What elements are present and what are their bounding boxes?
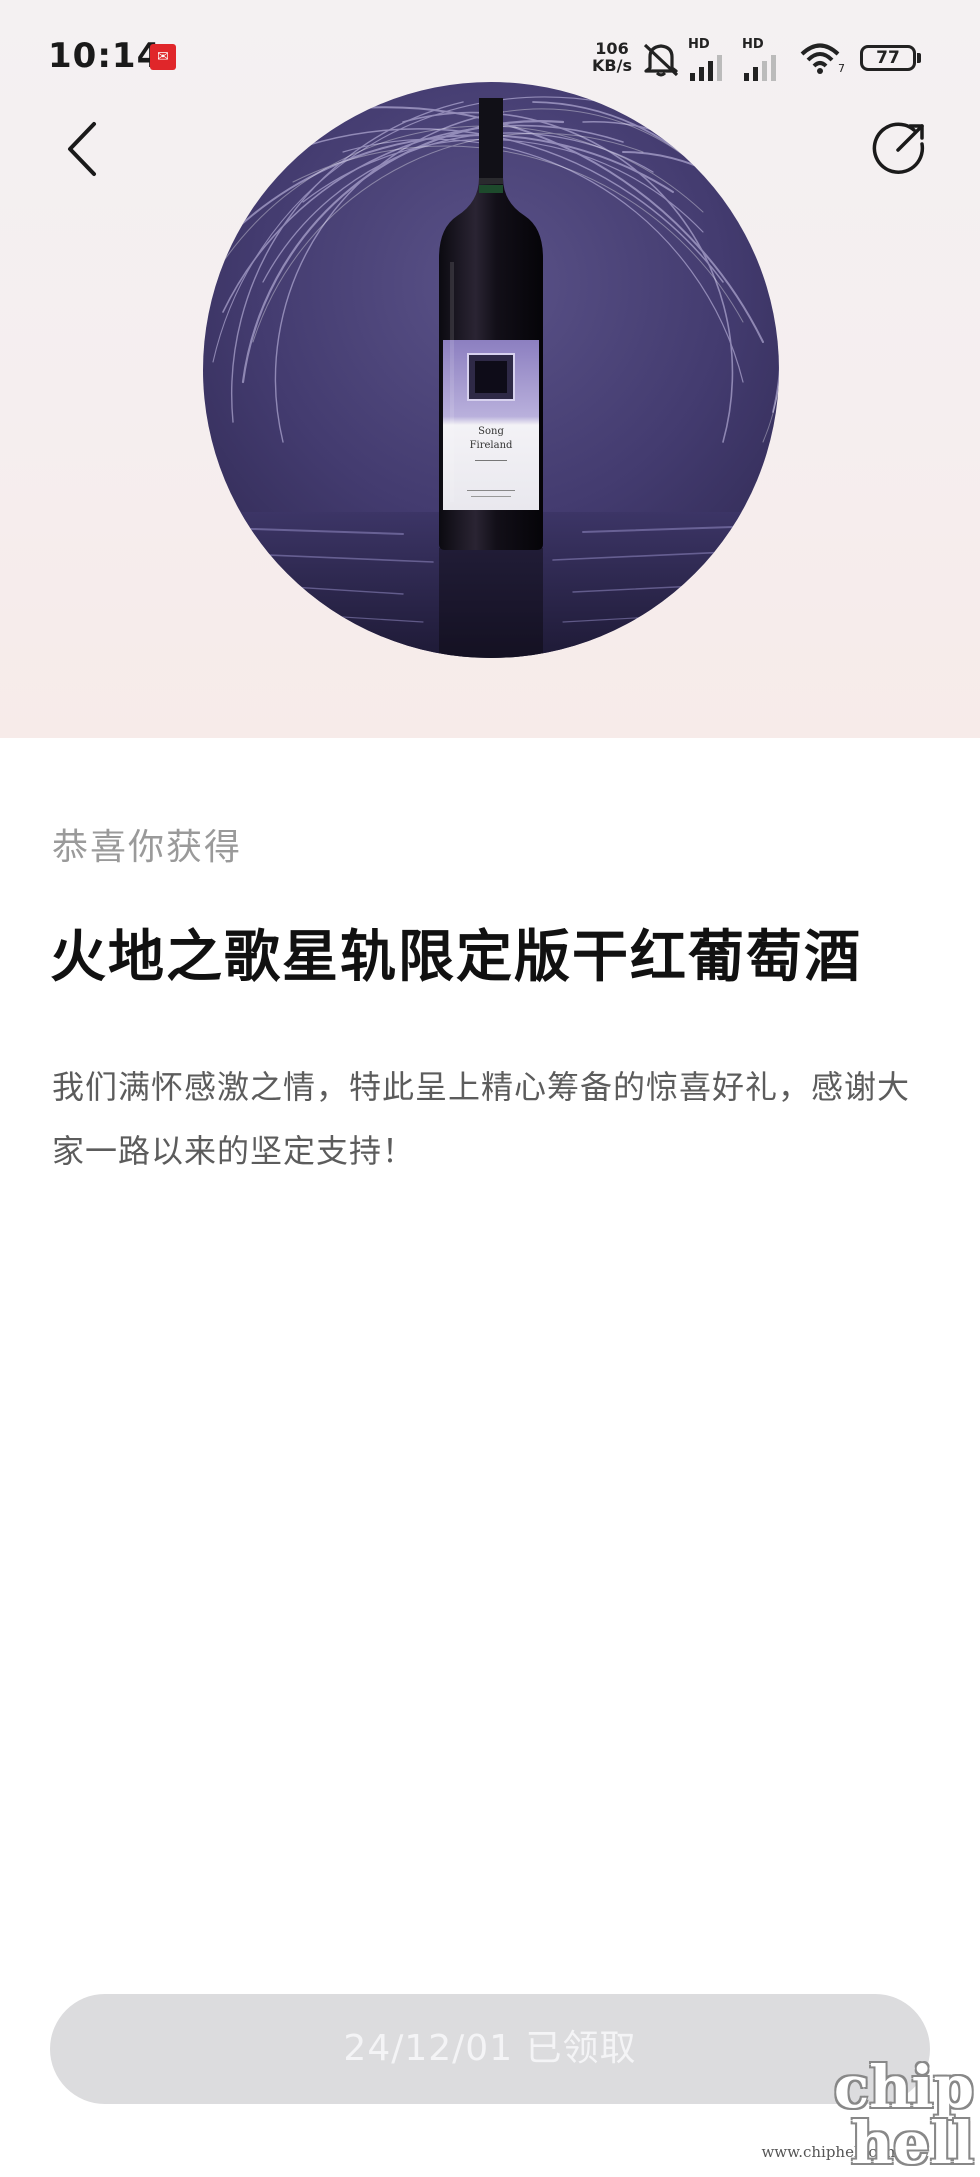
prize-description: 我们满怀感激之情，特此呈上精心筹备的惊喜好礼，感谢大家一路以来的坚定支持！: [52, 1068, 911, 1170]
prize-title: 火地之歌星轨限定版干红葡萄酒: [50, 925, 862, 990]
notification-app-icon: ✉: [150, 44, 176, 70]
signal-bars-icon: [744, 55, 776, 81]
battery-indicator: 77: [860, 45, 921, 71]
prize-detail-page: 10:14 ✉ 106 KB/s HD HD 7 77 Song Firelan…: [0, 0, 980, 2177]
network-speed: 106 KB/s: [590, 40, 634, 74]
watermark-logo-line1: chip: [833, 2053, 974, 2121]
chevron-left-icon: [68, 122, 96, 176]
back-button[interactable]: [56, 114, 112, 184]
signal-bars-icon: [690, 55, 722, 81]
wifi-label: 7: [838, 62, 845, 75]
share-button[interactable]: [870, 118, 930, 178]
network-speed-unit: KB/s: [592, 56, 632, 75]
share-icon: [872, 122, 925, 174]
prize-subtitle: 恭喜你获得: [52, 827, 243, 868]
watermark-logo-line2: hell: [850, 2109, 974, 2177]
signal-1-label: HD: [688, 37, 710, 52]
bottle-label-line1: Song: [478, 426, 504, 437]
wine-bottle-illustration: Song Fireland: [203, 82, 779, 658]
signal-2-label: HD: [742, 37, 764, 52]
signal-strength-2: HD: [742, 38, 788, 87]
bottle-label-line2: Fireland: [470, 440, 513, 451]
claimed-status-button[interactable]: 24/12/01 已领取: [50, 1994, 930, 2104]
status-time: 10:14: [48, 36, 162, 76]
signal-strength-1: HD: [688, 38, 734, 87]
silent-bell-icon: [643, 43, 679, 77]
network-speed-value: 106: [595, 39, 629, 58]
watermark-logo: chip hell: [833, 2053, 974, 2177]
product-image: Song Fireland: [203, 82, 779, 658]
